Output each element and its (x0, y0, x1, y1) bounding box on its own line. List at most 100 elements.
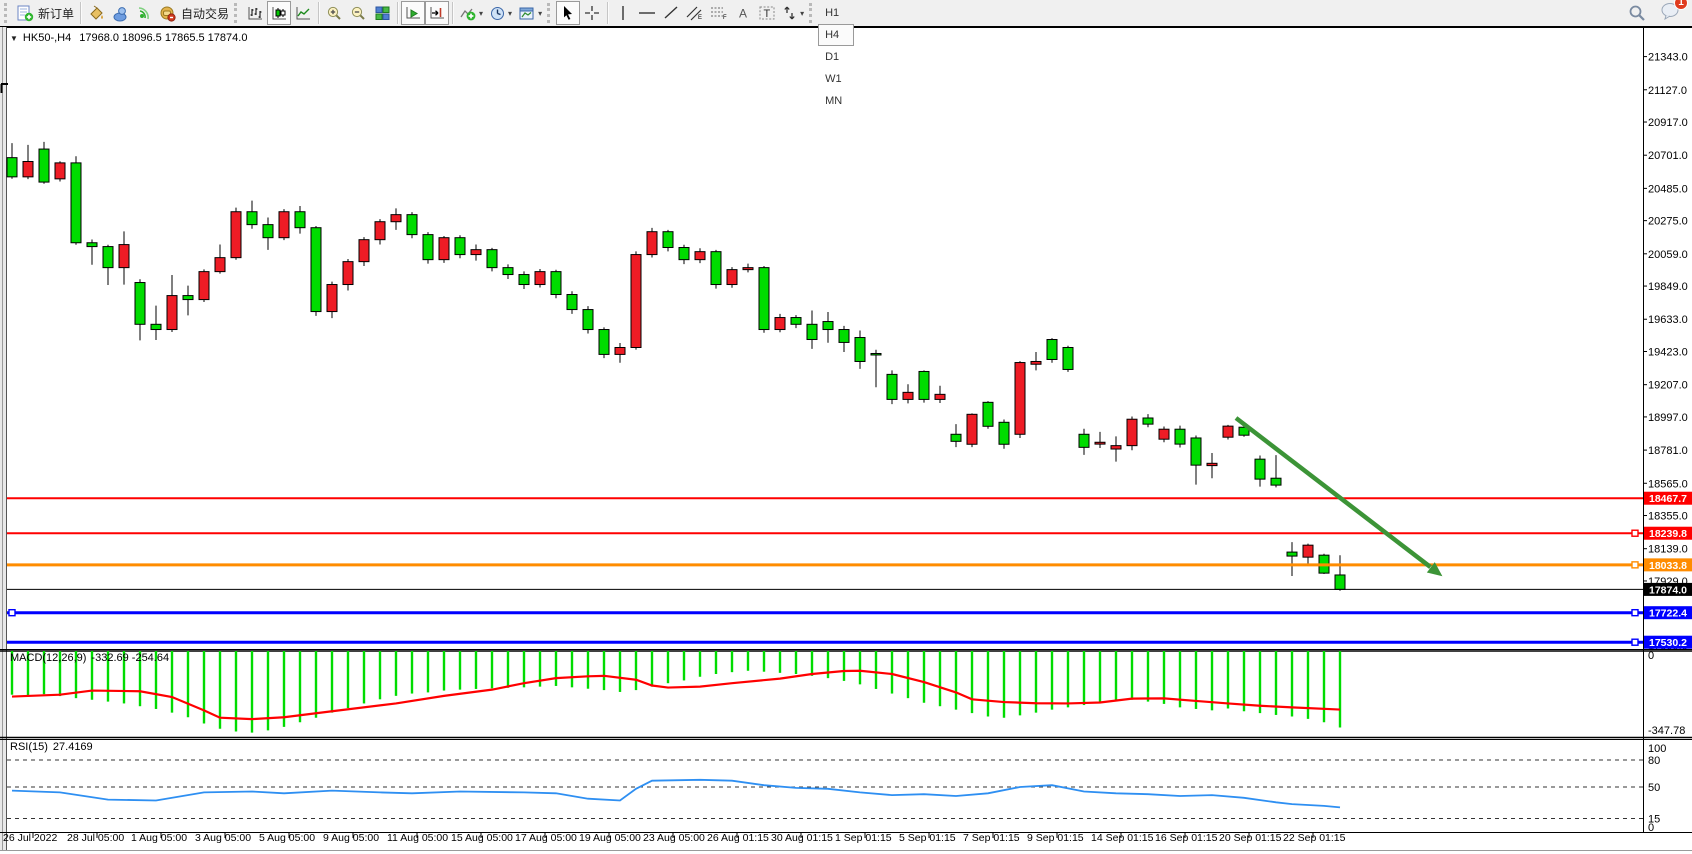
time-axis-label: 3 Aug 05:00 (195, 832, 251, 844)
timeframe-mn[interactable]: MN (818, 90, 853, 112)
fibonacci-button[interactable]: F (707, 1, 731, 25)
toolbar-separator (80, 2, 81, 24)
candle-bullish (375, 222, 385, 240)
timeframe-d1[interactable]: D1 (818, 46, 853, 68)
zoom-in-icon (326, 5, 343, 22)
candlestick-chart-button[interactable] (267, 1, 291, 25)
profile-button[interactable] (108, 1, 132, 25)
crosshair-button[interactable] (580, 1, 604, 25)
time-axis-label: 14 Sep 01:15 (1091, 832, 1154, 844)
candle-bearish (663, 232, 673, 248)
line-handle-17722.4[interactable] (9, 610, 15, 616)
candle-bullish (1127, 419, 1137, 445)
candle-bearish (583, 310, 593, 330)
crosshair-icon (584, 5, 600, 21)
bar-chart-icon (247, 5, 264, 22)
line-handle-18033.8[interactable] (1632, 562, 1638, 568)
text-label-button[interactable]: T (755, 1, 779, 25)
templates-button[interactable]: ▾ (515, 1, 545, 25)
dropdown-caret: ▾ (800, 9, 804, 18)
candle-bullish (1159, 429, 1169, 439)
time-axis-label: 7 Sep 01:15 (963, 832, 1020, 844)
chart-shift-button[interactable] (425, 1, 449, 25)
vertical-line-button[interactable] (611, 1, 635, 25)
candle-bearish (71, 163, 81, 243)
autotrading-button[interactable]: 自动交易 (156, 1, 232, 25)
cursor-button[interactable] (556, 1, 580, 25)
candle-bearish (1271, 478, 1281, 485)
chat-button[interactable]: 1 (1660, 2, 1680, 25)
toolbar-grip[interactable] (234, 3, 239, 23)
arrows-button[interactable]: ▾ (779, 1, 807, 25)
channel-button[interactable]: E (683, 1, 707, 25)
zoom-out-button[interactable] (346, 1, 370, 25)
candle-bullish (1207, 463, 1217, 465)
trendline-icon (663, 5, 680, 21)
indicators-button[interactable]: ▾ (456, 1, 486, 25)
main-toolbar: 新订单 自动交易 (0, 0, 1692, 27)
price-badge-label: 18239.8 (1649, 528, 1687, 540)
zoom-out-icon (350, 5, 367, 22)
price-tick-label: 19423.0 (1648, 346, 1688, 358)
timeframe-h4[interactable]: H4 (818, 24, 853, 46)
line-handle-17530.2[interactable] (1632, 639, 1638, 645)
price-tick-label: 20059.0 (1648, 249, 1688, 261)
time-axis-label: 28 Jul 05:00 (67, 832, 124, 844)
candle-bullish (167, 296, 177, 330)
collapse-triangle-icon[interactable]: ▼ (10, 34, 18, 43)
bar-chart-button[interactable] (243, 1, 267, 25)
price-tick-label: 20917.0 (1648, 117, 1688, 129)
candle-bullish (615, 347, 625, 354)
new-order-label: 新订单 (38, 5, 74, 22)
candle-bullish (23, 161, 33, 176)
candle-bearish (919, 371, 929, 399)
styler-button[interactable] (84, 1, 108, 25)
rsi-name: RSI(15) (10, 741, 48, 753)
chart-title-bar[interactable]: ▼ HK50-,H4 17968.0 18096.5 17865.5 17874… (10, 31, 253, 45)
price-badge-label: 18033.8 (1649, 560, 1687, 572)
horizontal-line-button[interactable] (635, 1, 659, 25)
timeframe-h1[interactable]: H1 (818, 2, 853, 24)
text-button[interactable]: A (731, 1, 755, 25)
svg-text:F: F (723, 15, 727, 21)
signal-button[interactable] (132, 1, 156, 25)
macd-axis-label: -347.78 (1648, 725, 1685, 737)
text-a-icon: A (736, 5, 751, 21)
line-handle-18239.8[interactable] (1632, 530, 1638, 536)
timeframe-w1[interactable]: W1 (818, 68, 853, 90)
candle-bullish (471, 250, 481, 255)
time-axis-label: 5 Aug 05:00 (259, 832, 315, 844)
trendline-button[interactable] (659, 1, 683, 25)
line-chart-button[interactable] (291, 1, 315, 25)
rsi-axis-label: 0 (1648, 822, 1654, 834)
line-handle-17722.4[interactable] (1632, 610, 1638, 616)
tile-windows-icon (374, 5, 391, 22)
candle-bullish (391, 215, 401, 222)
time-axis-label: 23 Aug 05:00 (643, 832, 705, 844)
zoom-in-button[interactable] (322, 1, 346, 25)
new-order-button[interactable]: 新订单 (13, 1, 77, 25)
candle-bearish (839, 330, 849, 343)
candle-bearish (487, 250, 497, 268)
candle-bearish (311, 228, 321, 312)
toolbar-grip[interactable] (547, 3, 552, 23)
periods-button[interactable]: ▾ (486, 1, 515, 25)
dropdown-caret: ▾ (508, 9, 512, 18)
rsi-axis-label: 50 (1648, 782, 1660, 794)
toolbar-grip[interactable] (809, 3, 814, 23)
time-axis-label: 17 Aug 05:00 (515, 832, 577, 844)
toolbar-grip[interactable] (4, 3, 9, 23)
indicators-icon (459, 5, 477, 22)
price-tick-label: 20701.0 (1648, 150, 1688, 162)
candle-bearish (1175, 429, 1185, 444)
candle-bullish (727, 270, 737, 285)
price-badge-label: 17874.0 (1649, 584, 1687, 596)
tile-windows-button[interactable] (370, 1, 394, 25)
candle-bullish (743, 268, 753, 270)
price-tick-label: 19633.0 (1648, 314, 1688, 326)
auto-scroll-button[interactable] (401, 1, 425, 25)
search-icon[interactable] (1628, 4, 1646, 22)
candle-bearish (183, 296, 193, 300)
candle-bullish (215, 258, 225, 272)
toolbar-right-group: 1 (1628, 2, 1680, 25)
